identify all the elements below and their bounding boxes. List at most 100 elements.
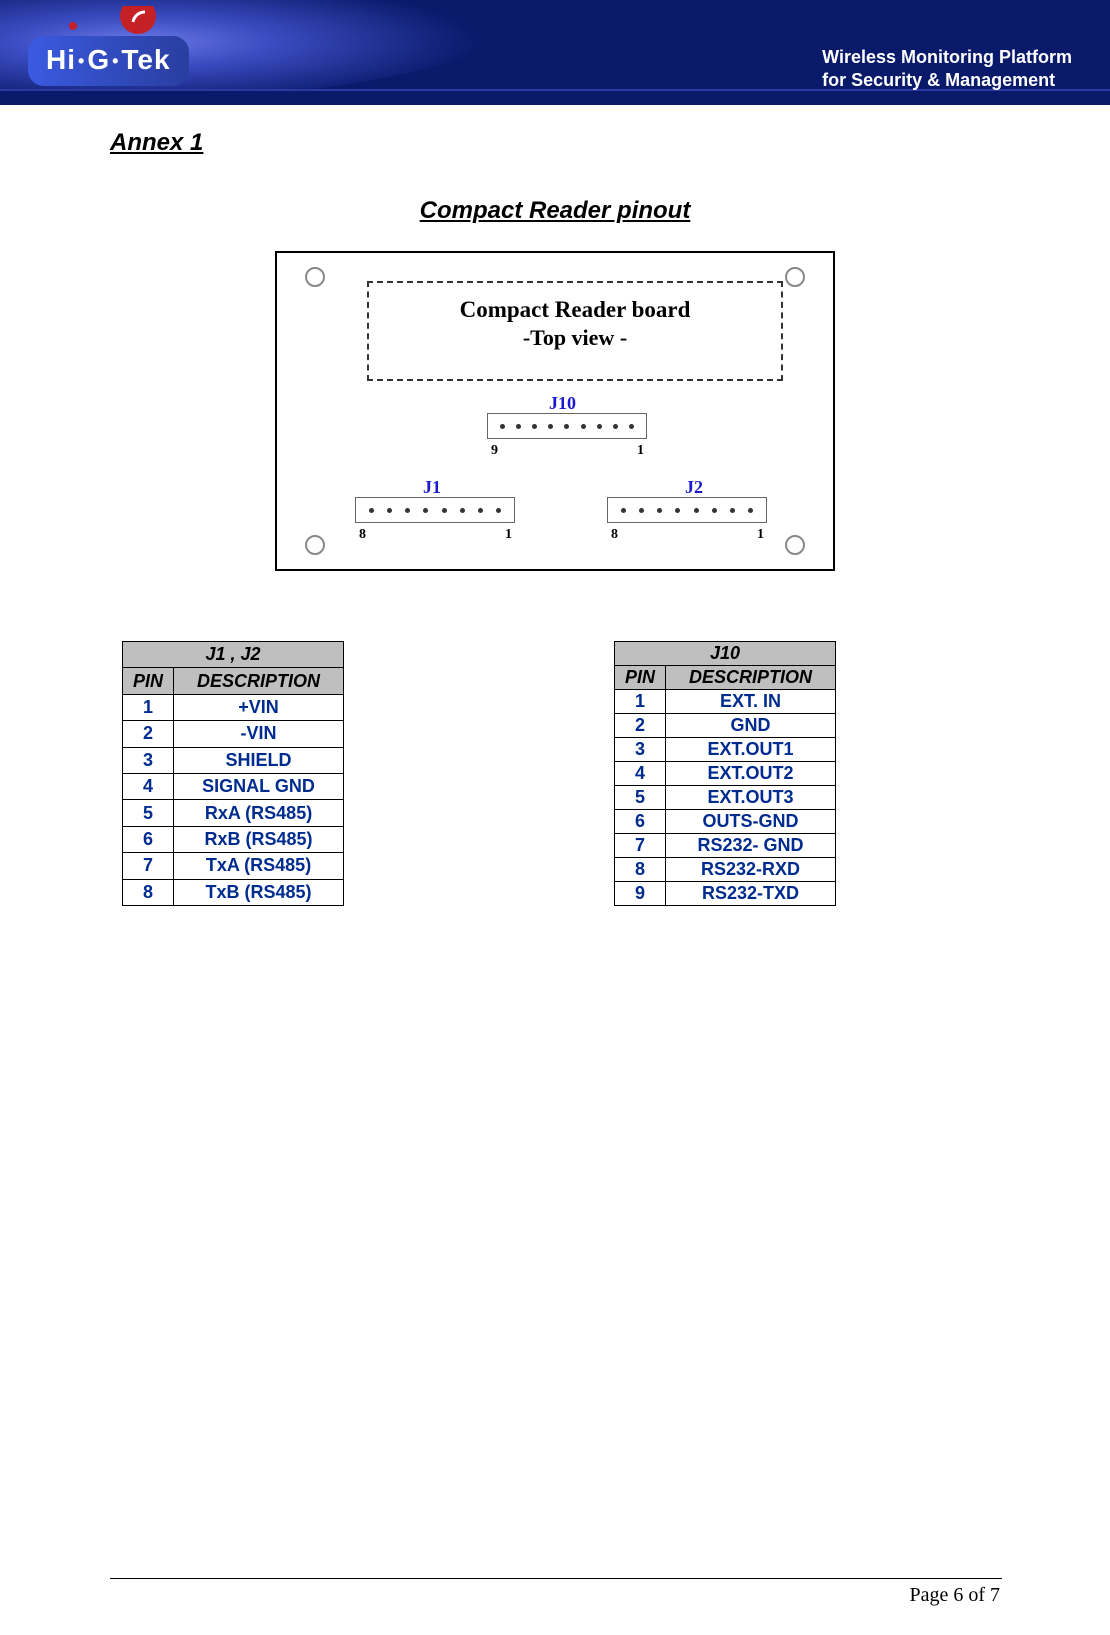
pin-dot-icon xyxy=(405,508,410,513)
pin-number: 1 xyxy=(757,527,764,543)
pin-number: 8 xyxy=(611,527,618,543)
table-j10: J10 PIN DESCRIPTION 1EXT. IN2GND3EXT.OUT… xyxy=(614,641,836,906)
board-label-line2: -Top view - xyxy=(369,325,781,351)
page-content: Annex 1 Compact Reader pinout Compact Re… xyxy=(0,105,1110,906)
cell-description: RS232-RXD xyxy=(666,858,836,882)
cell-pin: 3 xyxy=(615,738,666,762)
cell-description: EXT.OUT2 xyxy=(666,762,836,786)
table-row: 3EXT.OUT1 xyxy=(615,738,836,762)
page-footer: Page 6 of 7 xyxy=(909,1584,1000,1607)
cell-pin: 2 xyxy=(123,721,174,747)
table-row: 3SHIELD xyxy=(123,747,344,773)
pin-dot-icon xyxy=(639,508,644,513)
mounting-hole-icon xyxy=(785,267,805,287)
pin-dot-icon xyxy=(500,424,505,429)
table-row: 8RS232-RXD xyxy=(615,858,836,882)
table-row: 7TxA (RS485) xyxy=(123,853,344,879)
table-row: 6OUTS-GND xyxy=(615,810,836,834)
cell-description: TxA (RS485) xyxy=(174,853,344,879)
connector-j1 xyxy=(355,497,515,523)
pin-dot-icon xyxy=(675,508,680,513)
pin-dot-icon xyxy=(516,424,521,429)
table-row: 4SIGNAL GND xyxy=(123,773,344,799)
cell-pin: 6 xyxy=(123,826,174,852)
cell-pin: 1 xyxy=(123,694,174,720)
pin-dot-icon xyxy=(369,508,374,513)
col-header-pin: PIN xyxy=(123,668,174,694)
cell-pin: 6 xyxy=(615,810,666,834)
cell-description: -VIN xyxy=(174,721,344,747)
section-title: Compact Reader pinout xyxy=(110,197,1000,225)
cell-description: EXT.OUT1 xyxy=(666,738,836,762)
mounting-hole-icon xyxy=(785,535,805,555)
col-header-description: DESCRIPTION xyxy=(174,668,344,694)
mounting-hole-icon xyxy=(305,535,325,555)
table-row: 1+VIN xyxy=(123,694,344,720)
cell-description: RxB (RS485) xyxy=(174,826,344,852)
pin-dot-icon xyxy=(423,508,428,513)
cell-pin: 5 xyxy=(123,800,174,826)
board-label-line1: Compact Reader board xyxy=(369,297,781,323)
connector-j2 xyxy=(607,497,767,523)
table-row: 2GND xyxy=(615,714,836,738)
pinout-tables: J1 , J2 PIN DESCRIPTION 1+VIN2-VIN3SHIEL… xyxy=(110,641,1000,906)
pin-dot-icon xyxy=(712,508,717,513)
table-row: 2-VIN xyxy=(123,721,344,747)
cell-pin: 8 xyxy=(123,879,174,905)
pin-number: 1 xyxy=(505,527,512,543)
cell-pin: 3 xyxy=(123,747,174,773)
table-row: 5EXT.OUT3 xyxy=(615,786,836,810)
pin-dot-icon xyxy=(478,508,483,513)
pin-dot-icon xyxy=(532,424,537,429)
table-row: 4EXT.OUT2 xyxy=(615,762,836,786)
pin-dot-icon xyxy=(496,508,501,513)
cell-description: +VIN xyxy=(174,694,344,720)
cell-description: SHIELD xyxy=(174,747,344,773)
cell-description: TxB (RS485) xyxy=(174,879,344,905)
connector-j10 xyxy=(487,413,647,439)
cell-description: RS232-TXD xyxy=(666,882,836,906)
table-row: 1EXT. IN xyxy=(615,690,836,714)
cell-description: EXT.OUT3 xyxy=(666,786,836,810)
cell-description: OUTS-GND xyxy=(666,810,836,834)
connector-label-j1: J1 xyxy=(423,477,441,498)
mounting-hole-icon xyxy=(305,267,325,287)
brand-text: Hi•G•Tek xyxy=(28,36,189,86)
cell-pin: 7 xyxy=(615,834,666,858)
pin-dot-icon xyxy=(748,508,753,513)
table-row: 7RS232- GND xyxy=(615,834,836,858)
pin-dot-icon xyxy=(442,508,447,513)
table-title: J1 , J2 xyxy=(123,642,344,668)
pin-dot-icon xyxy=(730,508,735,513)
pin-dot-icon xyxy=(581,424,586,429)
cell-description: RS232- GND xyxy=(666,834,836,858)
pin-number: 9 xyxy=(491,443,498,459)
table-title: J10 xyxy=(615,642,836,666)
table-row: 5RxA (RS485) xyxy=(123,800,344,826)
pin-dot-icon xyxy=(613,424,618,429)
table-row: 8TxB (RS485) xyxy=(123,879,344,905)
cell-pin: 9 xyxy=(615,882,666,906)
annex-title: Annex 1 xyxy=(110,129,1000,157)
page-header: Hi•G•Tek Wireless Monitoring Platform fo… xyxy=(0,0,1110,105)
cell-pin: 4 xyxy=(123,773,174,799)
tagline-line2: for Security & Management xyxy=(822,69,1072,92)
footer-rule xyxy=(110,1578,1002,1579)
table-row: 6RxB (RS485) xyxy=(123,826,344,852)
cell-pin: 8 xyxy=(615,858,666,882)
pin-dot-icon xyxy=(621,508,626,513)
cell-pin: 4 xyxy=(615,762,666,786)
cell-description: GND xyxy=(666,714,836,738)
pin-dot-icon xyxy=(657,508,662,513)
cell-pin: 1 xyxy=(615,690,666,714)
pin-dot-icon xyxy=(694,508,699,513)
cell-description: EXT. IN xyxy=(666,690,836,714)
tagline-line1: Wireless Monitoring Platform xyxy=(822,46,1072,69)
board-label-box: Compact Reader board -Top view - xyxy=(367,281,783,381)
pin-number: 8 xyxy=(359,527,366,543)
connector-label-j10: J10 xyxy=(549,393,576,414)
pin-dot-icon xyxy=(597,424,602,429)
cell-pin: 2 xyxy=(615,714,666,738)
header-tagline: Wireless Monitoring Platform for Securit… xyxy=(822,46,1072,93)
pin-dot-icon xyxy=(629,424,634,429)
